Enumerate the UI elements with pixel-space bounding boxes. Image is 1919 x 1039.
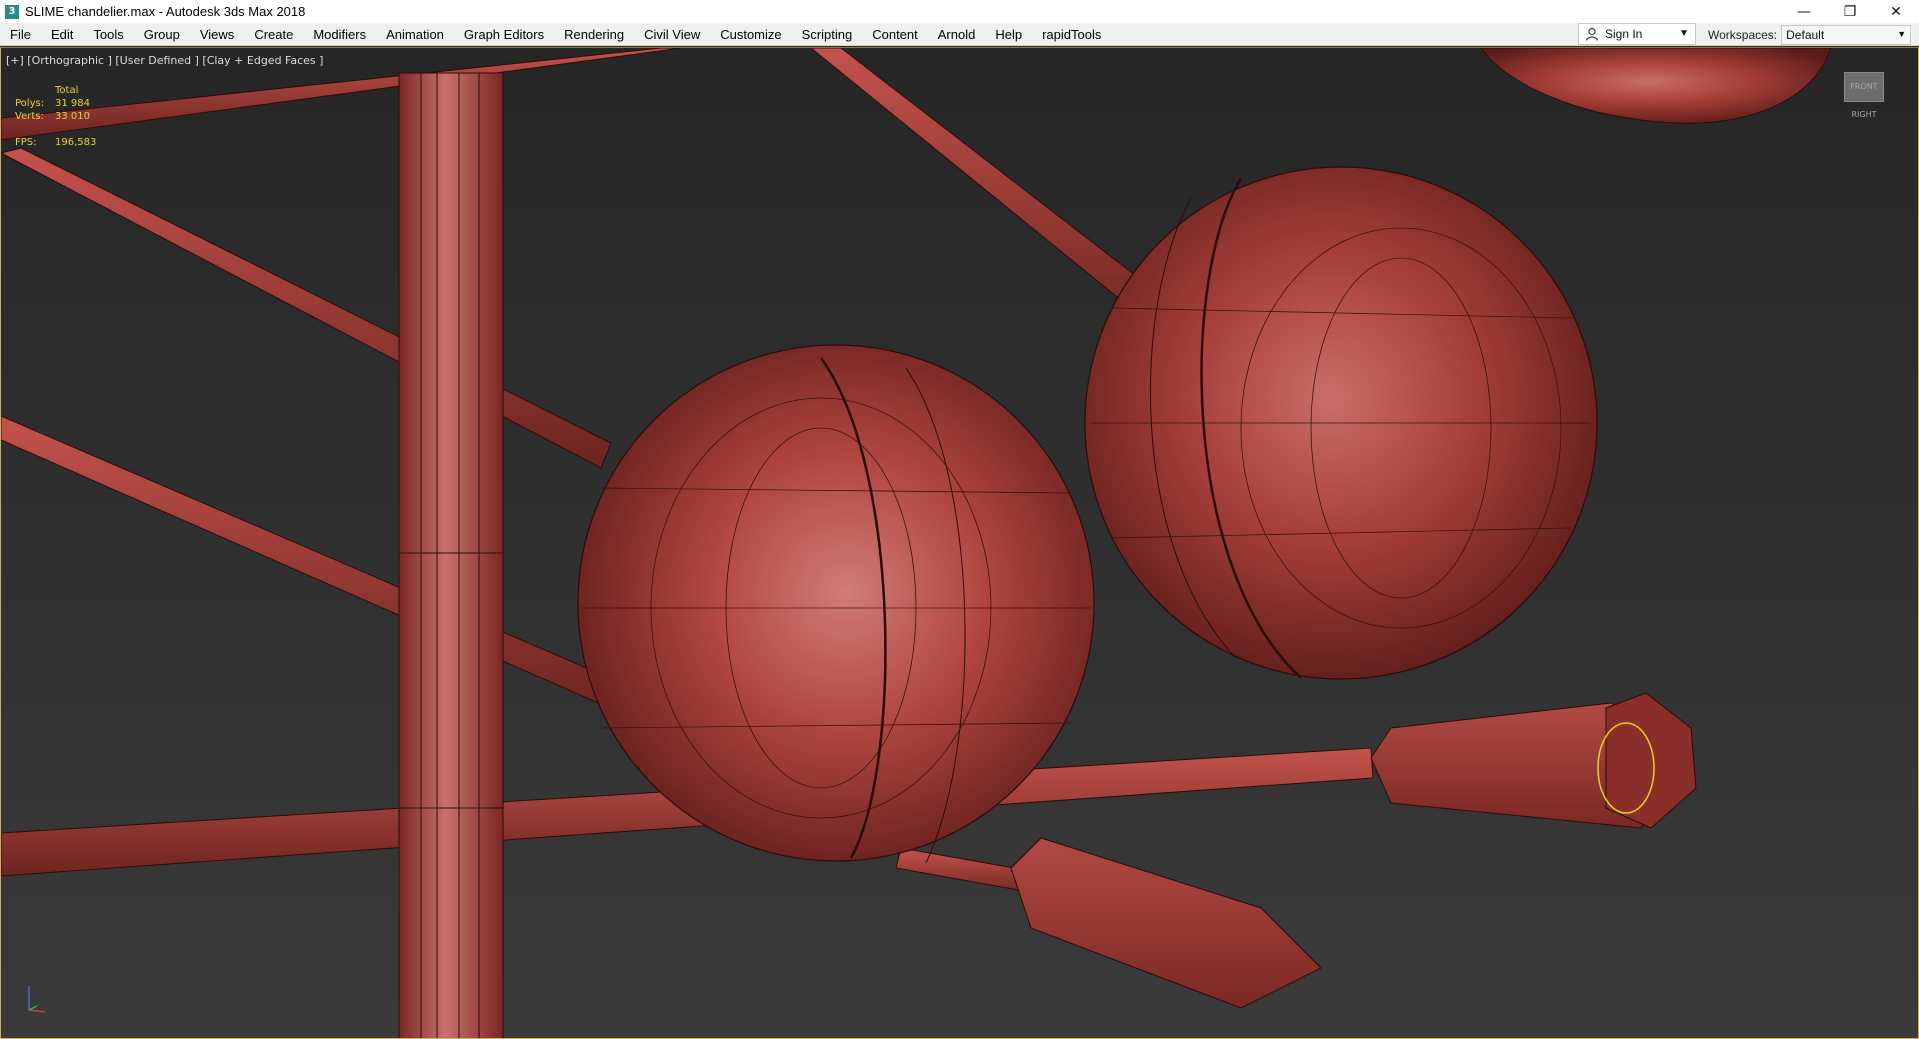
sphere-center (577, 344, 1095, 864)
polys-label: Polys: (15, 98, 45, 109)
3ds-max-app-icon[interactable]: 3 (5, 4, 19, 19)
menu-modifiers[interactable]: Modifiers (303, 23, 376, 46)
window-controls: — ❐ ✕ (1781, 0, 1919, 23)
user-icon (1585, 27, 1599, 41)
perspective-viewport[interactable]: [+] [Orthographic ] [User Defined ] [Cla… (0, 47, 1919, 1039)
menu-tools[interactable]: Tools (83, 23, 133, 46)
window-title: SLIME chandelier.max - Autodesk 3ds Max … (25, 4, 306, 19)
stats-total-label: Total (55, 85, 79, 96)
restore-icon[interactable]: ❐ (1827, 0, 1873, 23)
menu-file[interactable]: File (0, 23, 41, 46)
polys-value: 31 984 (55, 98, 90, 109)
sign-in-dropdown[interactable]: Sign In ▼ (1578, 23, 1696, 45)
title-bar: 3 SLIME chandelier.max - Autodesk 3ds Ma… (0, 0, 1919, 23)
chevron-down-icon: ▼ (1679, 28, 1689, 39)
workspaces-selector: Workspaces: Default ▼ (1708, 23, 1912, 46)
scene-render[interactable] (1, 48, 1919, 1039)
menu-create[interactable]: Create (244, 23, 303, 46)
fps-value: 196,583 (55, 137, 97, 148)
axis-tripod-icon (28, 986, 46, 1013)
chevron-down-icon: ▼ (1897, 28, 1907, 39)
verts-value: 33 010 (55, 111, 90, 122)
bulb-holder-right (1370, 692, 1697, 829)
viewcube[interactable]: FRONT RIGHT (1844, 72, 1884, 119)
menu-bar: File Edit Tools Group Views Create Modif… (0, 23, 1919, 46)
sign-in-label: Sign In (1605, 27, 1643, 41)
rod-diagonal-2 (1, 415, 634, 714)
sphere-right (1084, 166, 1598, 680)
menu-customize[interactable]: Customize (710, 23, 791, 46)
menu-scripting[interactable]: Scripting (792, 23, 863, 46)
menu-group[interactable]: Group (134, 23, 190, 46)
menu-help[interactable]: Help (985, 23, 1032, 46)
menu-edit[interactable]: Edit (41, 23, 83, 46)
verts-label: Verts: (15, 111, 44, 122)
vertical-pole (398, 72, 504, 1038)
menu-rapidtools[interactable]: rapidTools (1032, 23, 1111, 46)
close-icon[interactable]: ✕ (1873, 0, 1919, 23)
menu-animation[interactable]: Animation (376, 23, 454, 46)
workspace-value: Default (1786, 27, 1825, 42)
menu-views[interactable]: Views (190, 23, 244, 46)
fps-label: FPS: (15, 137, 37, 148)
viewport-label[interactable]: [+] [Orthographic ] [User Defined ] [Cla… (6, 54, 323, 67)
menu-civil-view[interactable]: Civil View (634, 23, 710, 46)
scene-statistics: Total Polys: 31 984 Verts: 33 010 FPS: 196,… (15, 84, 96, 149)
rod-diagonal-1 (1, 147, 612, 469)
menu-rendering[interactable]: Rendering (554, 23, 634, 46)
menu-content[interactable]: Content (862, 23, 928, 46)
sphere-top-partial (1480, 48, 1832, 124)
menu-arnold[interactable]: Arnold (928, 23, 986, 46)
bulb-holder-lower (1010, 837, 1322, 1009)
workspaces-dropdown[interactable]: Default ▼ (1781, 24, 1912, 45)
minimize-icon[interactable]: — (1781, 0, 1827, 23)
menu-graph-editors[interactable]: Graph Editors (454, 23, 554, 46)
workspaces-label: Workspaces: (1708, 27, 1778, 42)
